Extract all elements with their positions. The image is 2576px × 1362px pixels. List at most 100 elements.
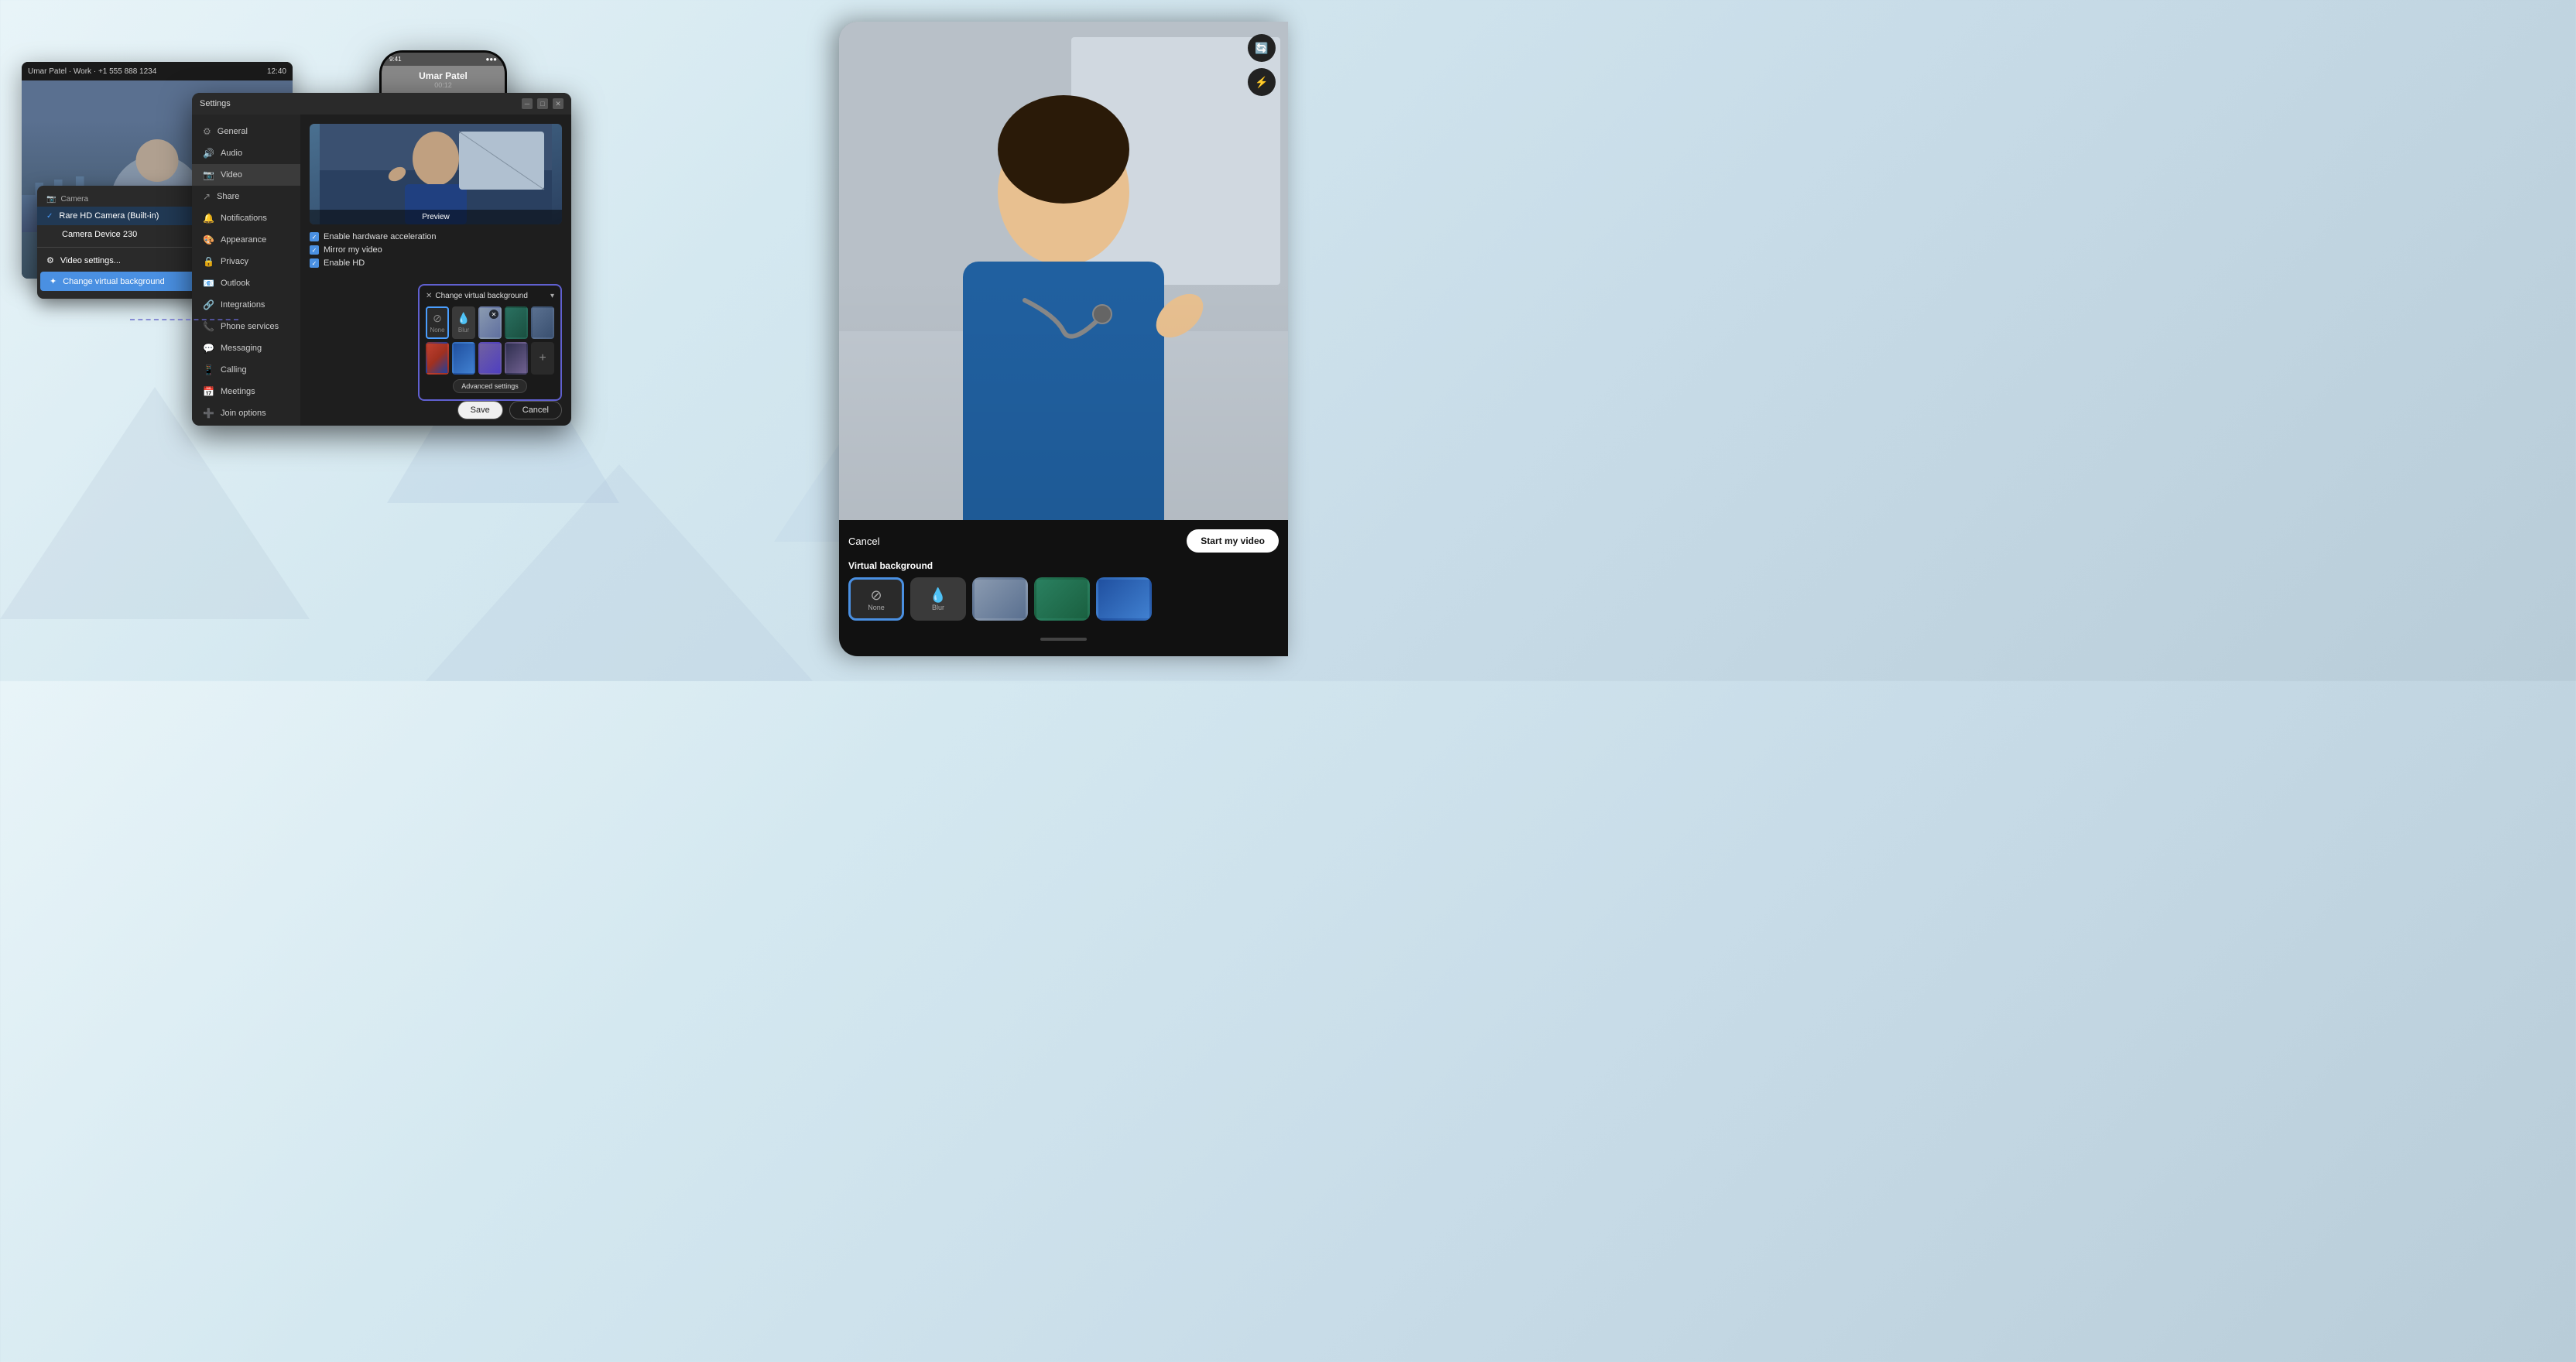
none-sel-icon: ⊘ <box>870 587 882 604</box>
vbg-footer: Advanced settings <box>426 379 554 393</box>
vbg-sel-bg-beach[interactable] <box>1034 577 1090 621</box>
camera-flip-button[interactable]: 🔄 <box>1248 34 1276 62</box>
nav-audio[interactable]: 🔊 Audio <box>192 142 300 164</box>
vbg-header-left: ✕ Change virtual background <box>426 292 528 300</box>
vbg-panel: ✕ Change virtual background ▾ ⊘ None 💧 B… <box>418 284 562 401</box>
vbg-bg-office[interactable]: ✕ <box>478 306 502 339</box>
vbg-sel-none[interactable]: ⊘ None <box>848 577 904 621</box>
join-options-icon: ➕ <box>203 408 214 419</box>
vbg-bg-beach[interactable] <box>531 306 554 339</box>
vbg-bg-sports[interactable] <box>426 342 449 375</box>
context-menu: 📷 Camera ✓ Rare HD Camera (Built-in) Cam… <box>37 186 207 299</box>
camera-section-label: 📷 Camera <box>37 192 207 207</box>
vbg-bg-space[interactable] <box>478 342 502 375</box>
blur-sel-icon: 💧 <box>930 587 947 604</box>
vbg-sel-bg-sky[interactable] <box>1096 577 1152 621</box>
dashed-connector <box>130 319 238 320</box>
outlook-icon: 📧 <box>203 278 214 289</box>
vbg-icon: ✦ <box>50 276 57 286</box>
person-head <box>136 139 179 182</box>
home-bar <box>1040 638 1087 641</box>
minimize-button[interactable]: ─ <box>522 98 533 109</box>
vbg-header: ✕ Change virtual background ▾ <box>426 292 554 300</box>
messaging-icon: 💬 <box>203 343 214 354</box>
vbg-sel-bg-office[interactable] <box>972 577 1028 621</box>
nav-privacy[interactable]: 🔒 Privacy <box>192 251 300 272</box>
appearance-icon: 🎨 <box>203 234 214 245</box>
change-vbg-item[interactable]: ✦ Change virtual background <box>40 272 204 291</box>
mirror-video-checkbox[interactable]: ✓ <box>310 245 319 255</box>
general-icon: ⚙ <box>203 126 211 137</box>
privacy-icon: 🔒 <box>203 256 214 267</box>
vbg-add[interactable]: + <box>531 342 554 375</box>
check-icon: ✓ <box>46 212 53 221</box>
nav-outlook[interactable]: 📧 Outlook <box>192 272 300 294</box>
settings-titlebar: Settings ─ □ ✕ <box>192 93 571 115</box>
vbg-selector-header: Virtual background <box>848 560 1279 571</box>
phone-status-bar: 9:41 ●●● <box>382 53 505 66</box>
close-button[interactable]: ✕ <box>553 98 564 109</box>
effects-button[interactable]: ⚡ <box>1248 68 1276 96</box>
fs-top-controls: 🔄 ⚡ <box>1248 34 1276 96</box>
nav-meetings[interactable]: 📅 Meetings <box>192 381 300 402</box>
settings-footer: Save Cancel <box>457 401 562 419</box>
caller-info: Umar Patel 00:12 <box>382 66 505 94</box>
mirror-video-row: ✓ Mirror my video <box>310 245 562 255</box>
video-preview-box: Preview <box>310 124 562 224</box>
calling-icon: 📱 <box>203 364 214 375</box>
advanced-settings-button[interactable]: Advanced settings <box>453 379 527 393</box>
vbg-bg-galaxy[interactable] <box>505 342 528 375</box>
settings-sidebar: ⚙ General 🔊 Audio 📷 Video ↗ Share 🔔 <box>192 115 300 426</box>
nav-notifications[interactable]: 🔔 Notifications <box>192 207 300 229</box>
fs-bottom-section: Cancel Start my video Virtual background… <box>839 520 1288 656</box>
share-icon: ↗ <box>203 191 211 202</box>
video-settings-item[interactable]: ⚙ Video settings... <box>37 251 207 270</box>
vbg-grid: ⊘ None 💧 Blur ✕ <box>426 306 554 375</box>
start-video-button[interactable]: Start my video <box>1187 529 1279 553</box>
menu-divider <box>37 247 207 248</box>
settings-title: Settings <box>200 99 231 108</box>
desktop-app: Umar Patel · Work · +1 555 888 1234 12:4… <box>22 62 548 387</box>
settings-body: ⚙ General 🔊 Audio 📷 Video ↗ Share 🔔 <box>192 115 571 426</box>
none-icon: ⊘ <box>433 312 442 325</box>
save-button[interactable]: Save <box>457 401 503 419</box>
nav-video[interactable]: 📷 Video <box>192 164 300 186</box>
blur-icon: 💧 <box>457 312 470 325</box>
vbg-blur[interactable]: 💧 Blur <box>452 306 475 339</box>
collapse-vbg-icon[interactable]: ▾ <box>550 292 554 300</box>
settings-content: Preview ✓ Enable hardware acceleration ✓… <box>300 115 571 426</box>
audio-icon: 🔊 <box>203 148 214 159</box>
video-window-header: Umar Patel · Work · +1 555 888 1234 12:4… <box>22 62 293 80</box>
nav-calling[interactable]: 📱 Calling <box>192 359 300 381</box>
window-title: Umar Patel · Work · +1 555 888 1234 <box>28 67 156 76</box>
vbg-bg-sky[interactable] <box>452 342 475 375</box>
cancel-button[interactable]: Cancel <box>848 536 879 547</box>
meetings-icon: 📅 <box>203 386 214 397</box>
maximize-button[interactable]: □ <box>537 98 548 109</box>
nav-integrations[interactable]: 🔗 Integrations <box>192 294 300 316</box>
integrations-icon: 🔗 <box>203 299 214 310</box>
vbg-sel-blur[interactable]: 💧 Blur <box>910 577 966 621</box>
camera-option-1[interactable]: ✓ Rare HD Camera (Built-in) <box>37 207 207 225</box>
vbg-bg-forest[interactable] <box>505 306 528 339</box>
vbg-selector: ⊘ None 💧 Blur <box>848 577 1279 624</box>
cancel-button[interactable]: Cancel <box>509 401 562 419</box>
window-time: 12:40 <box>267 67 286 76</box>
nav-appearance[interactable]: 🎨 Appearance <box>192 229 300 251</box>
delete-badge[interactable]: ✕ <box>489 310 498 319</box>
fullscreen-panel: 🔄 ⚡ Cancel Start my video Virtual backgr… <box>839 22 1288 656</box>
nav-devices[interactable]: 🖥 Devices <box>192 424 300 426</box>
enable-hd-checkbox[interactable]: ✓ <box>310 258 319 268</box>
call-duration: 00:12 <box>382 81 505 89</box>
video-options: ✓ Enable hardware acceleration ✓ Mirror … <box>310 232 562 268</box>
camera-option-2[interactable]: Camera Device 230 <box>37 225 207 244</box>
close-vbg-icon[interactable]: ✕ <box>426 292 432 300</box>
nav-join-options[interactable]: ➕ Join options <box>192 402 300 424</box>
hw-accel-checkbox[interactable]: ✓ <box>310 232 319 241</box>
nav-share[interactable]: ↗ Share <box>192 186 300 207</box>
gear-icon: ⚙ <box>46 255 54 265</box>
video-icon: 📷 <box>203 169 214 180</box>
vbg-none[interactable]: ⊘ None <box>426 306 449 339</box>
nav-messaging[interactable]: 💬 Messaging <box>192 337 300 359</box>
nav-general[interactable]: ⚙ General <box>192 121 300 142</box>
